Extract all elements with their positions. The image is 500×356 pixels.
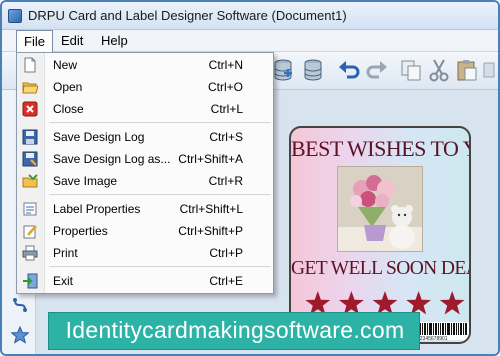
menu-item-shortcut: Ctrl+Shift+L: [179, 202, 243, 216]
star-tool-icon[interactable]: [11, 326, 29, 344]
window-title: DRPU Card and Label Designer Software (D…: [28, 8, 347, 23]
card-star: [305, 291, 331, 315]
menu-item-label: Label Properties: [53, 202, 141, 216]
menu-item-shortcut: Ctrl+E: [209, 274, 243, 288]
undo-icon[interactable]: [336, 57, 362, 83]
menu-item-shortcut: Ctrl+S: [209, 130, 243, 144]
menu-item-shortcut: Ctrl+R: [208, 174, 243, 188]
save-disk-icon: [22, 129, 38, 145]
menu-item-new[interactable]: New Ctrl+N: [17, 54, 273, 76]
close-red-x-icon: [22, 101, 38, 117]
exit-icon: [23, 273, 38, 289]
menu-item-label: Save Image: [53, 174, 118, 188]
card-top-text[interactable]: BEST WISHES TO YOU: [291, 136, 469, 162]
paste-icon[interactable]: [454, 57, 480, 83]
menu-item-shortcut: Ctrl+Shift+A: [178, 152, 243, 166]
menu-separator: [49, 194, 271, 195]
save-image-folder-icon: [22, 174, 38, 188]
label-properties-icon: [23, 202, 37, 216]
menu-bar: File Edit Help: [2, 30, 498, 53]
barcode-number: 12345678901: [417, 336, 448, 342]
menu-item-properties[interactable]: Properties Ctrl+Shift+P: [17, 220, 273, 242]
new-document-icon: [24, 57, 36, 73]
card-star: [406, 291, 431, 315]
card-star: [339, 291, 364, 315]
menu-separator: [49, 122, 271, 123]
cut-icon[interactable]: [426, 57, 452, 83]
menu-item-label: Properties: [53, 224, 108, 238]
menu-item-label: Save Design Log: [53, 130, 145, 144]
menu-item-label: Save Design Log as...: [53, 152, 171, 166]
menu-item-close[interactable]: Close Ctrl+L: [17, 98, 273, 120]
card-star: [372, 291, 398, 315]
menu-item-label-properties[interactable]: Label Properties Ctrl+Shift+L: [17, 198, 273, 220]
card-bottom-text[interactable]: GET WELL SOON DEAR: [291, 258, 469, 280]
flower-bouquet-teddy-image: [338, 167, 422, 251]
title-bar: DRPU Card and Label Designer Software (D…: [2, 2, 498, 30]
menu-item-print[interactable]: Print Ctrl+P: [17, 242, 273, 264]
redo-icon[interactable]: [364, 57, 390, 83]
curve-tool-icon[interactable]: [11, 296, 29, 314]
open-folder-icon: [22, 82, 38, 94]
card-photo[interactable]: [337, 166, 423, 252]
website-banner: Identitycardmakingsoftware.com: [48, 312, 420, 350]
database-icon[interactable]: [300, 57, 326, 83]
menu-item-save-image[interactable]: Save Image Ctrl+R: [17, 170, 273, 192]
printer-icon: [22, 245, 38, 261]
menu-file[interactable]: File: [16, 30, 53, 53]
file-menu-dropdown: New Ctrl+N Open Ctrl+O Close Ctrl+L Save…: [16, 52, 274, 294]
menu-separator: [49, 266, 271, 267]
menu-item-shortcut: Ctrl+Shift+P: [178, 224, 243, 238]
save-as-disk-icon: [22, 151, 38, 167]
menu-item-label: Close: [53, 102, 84, 116]
menu-item-label: Open: [53, 80, 83, 94]
properties-pencil-icon: [23, 225, 37, 239]
toolbar-more-icon[interactable]: [482, 57, 496, 83]
menu-item-exit[interactable]: Exit Ctrl+E: [17, 270, 273, 292]
menu-edit[interactable]: Edit: [54, 30, 90, 52]
menu-item-save-design-log[interactable]: Save Design Log Ctrl+S: [17, 126, 273, 148]
card-star: [439, 291, 465, 315]
copy-icon[interactable]: [398, 57, 424, 83]
menu-item-label: New: [53, 58, 78, 72]
menu-item-shortcut: Ctrl+N: [208, 58, 243, 72]
menu-item-shortcut: Ctrl+P: [209, 246, 243, 260]
banner-text: Identitycardmakingsoftware.com: [65, 317, 405, 343]
menu-item-label: Exit: [53, 274, 74, 288]
app-window: DRPU Card and Label Designer Software (D…: [0, 0, 500, 356]
menu-item-shortcut: Ctrl+O: [207, 80, 243, 94]
menu-item-open[interactable]: Open Ctrl+O: [17, 76, 273, 98]
menu-help[interactable]: Help: [94, 30, 135, 52]
menu-item-label: Print: [53, 246, 78, 260]
menu-item-save-design-log-as[interactable]: Save Design Log as... Ctrl+Shift+A: [17, 148, 273, 170]
menu-item-shortcut: Ctrl+L: [210, 102, 243, 116]
app-logo-icon: [8, 9, 22, 23]
